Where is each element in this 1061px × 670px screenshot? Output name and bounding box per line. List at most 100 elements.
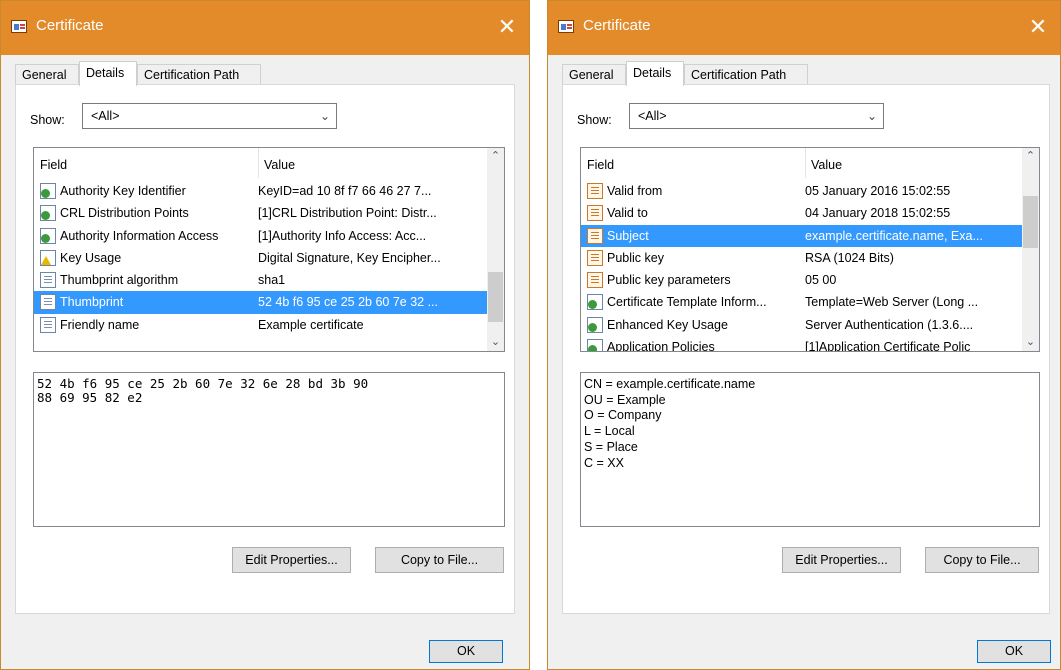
- title-bar: Certificate ✕: [1, 1, 529, 55]
- field-name: CRL Distribution Points: [60, 206, 189, 221]
- tab-details[interactable]: Details: [79, 61, 137, 86]
- field-value: [1]Application Certificate Polic: [805, 340, 971, 352]
- scroll-thumb[interactable]: [488, 272, 503, 322]
- edit-properties-button[interactable]: Edit Properties...: [232, 547, 351, 573]
- column-header-value[interactable]: Value: [258, 148, 295, 178]
- critical-extension-icon: [40, 249, 56, 266]
- fields-list[interactable]: Field Value Valid from 05 January 2016 15…: [580, 147, 1040, 352]
- list-item[interactable]: CRL Distribution Points [1]CRL Distributi…: [34, 202, 487, 224]
- show-dropdown[interactable]: <All> ⌄: [629, 103, 884, 129]
- certificate-icon: [558, 20, 574, 33]
- detail-line: O = Company: [584, 408, 662, 423]
- close-button[interactable]: ✕: [1016, 1, 1060, 55]
- ok-button[interactable]: OK: [429, 640, 503, 663]
- copy-to-file-button[interactable]: Copy to File...: [925, 547, 1039, 573]
- details-panel: Show: <All> ⌄ Field Value Authority Key …: [15, 84, 515, 614]
- field-value: 05 00: [805, 273, 837, 288]
- tab-certification-path[interactable]: Certification Path: [137, 64, 261, 85]
- field-value: Server Authentication (1.3.6....: [805, 317, 974, 332]
- tab-general[interactable]: General: [15, 64, 79, 85]
- list-item[interactable]: Valid to 04 January 2018 15:02:55: [581, 202, 1022, 224]
- extension-icon: [40, 227, 56, 244]
- vertical-scrollbar[interactable]: ⌃ ⌄: [487, 148, 504, 351]
- list-item[interactable]: Authority Information Access [1]Authority…: [34, 225, 487, 247]
- field-value: KeyID=ad 10 8f f7 66 46 27 7...: [258, 184, 432, 198]
- certificate-field-icon: [587, 227, 603, 244]
- window-title: Certificate: [583, 17, 651, 34]
- close-button[interactable]: ✕: [485, 1, 529, 55]
- certificate-field-icon: [587, 272, 603, 289]
- title-bar: Certificate ✕: [548, 1, 1060, 55]
- list-item[interactable]: Friendly name Example certificate: [34, 314, 487, 336]
- certificate-dialog-left: Certificate ✕ General Details Certificat…: [0, 0, 530, 670]
- list-item[interactable]: Certificate Template Inform... Template=W…: [581, 291, 1022, 313]
- list-item[interactable]: Thumbprint algorithm sha1: [34, 269, 487, 291]
- list-item[interactable]: Key Usage Digital Signature, Key Encipher…: [34, 247, 487, 269]
- chevron-down-icon: ⌄: [866, 109, 877, 123]
- field-name: Authority Key Identifier: [60, 184, 186, 198]
- tab-certification-path[interactable]: Certification Path: [684, 64, 808, 85]
- property-icon: [40, 316, 56, 333]
- list-item[interactable]: Authority Key Identifier KeyID=ad 10 8f f…: [34, 180, 487, 202]
- field-value: 04 January 2018 15:02:55: [805, 206, 951, 221]
- column-header-field[interactable]: Field: [34, 148, 259, 178]
- detail-line: S = Place: [584, 439, 638, 454]
- field-name: Key Usage: [60, 250, 122, 265]
- list-item[interactable]: Application Policies [1]Application Certi…: [581, 336, 1022, 352]
- certificate-icon: [11, 20, 27, 33]
- field-detail-textbox[interactable]: CN = example.certificate.name OU = Exampl…: [580, 372, 1040, 527]
- scroll-up-arrow-icon[interactable]: ⌃: [1022, 148, 1039, 165]
- detail-line: 88 69 95 82 e2: [37, 390, 143, 405]
- vertical-scrollbar[interactable]: ⌃ ⌄: [1022, 148, 1039, 351]
- tab-general[interactable]: General: [562, 64, 626, 85]
- certificate-dialog-right: Certificate ✕ General Details Certificat…: [547, 0, 1061, 670]
- field-value: 05 January 2016 15:02:55: [805, 184, 951, 198]
- list-header: Field Value: [34, 148, 487, 178]
- field-name: Enhanced Key Usage: [607, 317, 728, 332]
- list-item[interactable]: Valid from 05 January 2016 15:02:55: [581, 180, 1022, 202]
- detail-line: OU = Example: [584, 392, 666, 407]
- field-name: Authority Information Access: [60, 228, 219, 243]
- field-detail-textbox[interactable]: 52 4b f6 95 ce 25 2b 60 7e 32 6e 28 bd 3…: [33, 372, 505, 527]
- field-name: Thumbprint algorithm: [60, 273, 179, 288]
- field-value: [1]CRL Distribution Point: Distr...: [258, 206, 437, 221]
- detail-line: 52 4b f6 95 ce 25 2b 60 7e 32 6e 28 bd 3…: [37, 376, 369, 391]
- fields-list[interactable]: Field Value Authority Key Identifier KeyI…: [33, 147, 505, 352]
- field-value: [1]Authority Info Access: Acc...: [258, 228, 427, 243]
- extension-icon: [40, 183, 56, 199]
- tab-details[interactable]: Details: [626, 61, 684, 86]
- show-label: Show:: [577, 113, 612, 127]
- list-item[interactable]: Enhanced Key Usage Server Authentication …: [581, 314, 1022, 336]
- field-value: Example certificate: [258, 317, 364, 332]
- list-rows: Valid from 05 January 2016 15:02:55 Valid …: [581, 180, 1022, 352]
- field-name: Friendly name: [60, 317, 140, 332]
- scroll-down-arrow-icon[interactable]: ⌄: [487, 334, 504, 351]
- field-name: Valid from: [607, 184, 663, 198]
- property-icon: [40, 294, 56, 311]
- edit-properties-button[interactable]: Edit Properties...: [782, 547, 901, 573]
- ok-button[interactable]: OK: [977, 640, 1051, 663]
- list-rows: Authority Key Identifier KeyID=ad 10 8f f…: [34, 180, 487, 336]
- column-header-field[interactable]: Field: [581, 148, 806, 178]
- detail-line: L = Local: [584, 424, 635, 439]
- certificate-field-icon: [587, 205, 603, 222]
- show-dropdown[interactable]: <All> ⌄: [82, 103, 337, 129]
- list-item[interactable]: Thumbprint 52 4b f6 95 ce 25 2b 60 7e 32 …: [34, 291, 487, 314]
- extension-icon: [587, 294, 603, 311]
- scroll-down-arrow-icon[interactable]: ⌄: [1022, 334, 1039, 351]
- scroll-up-arrow-icon[interactable]: ⌃: [487, 148, 504, 165]
- list-item[interactable]: Public key parameters 05 00: [581, 269, 1022, 291]
- extension-icon: [587, 316, 603, 333]
- show-dropdown-value: <All>: [91, 109, 120, 123]
- field-value: sha1: [258, 273, 286, 288]
- field-value: Digital Signature, Key Encipher...: [258, 250, 441, 265]
- field-value: Template=Web Server (Long ...: [805, 295, 979, 310]
- copy-to-file-button[interactable]: Copy to File...: [375, 547, 504, 573]
- detail-line: C = XX: [584, 455, 624, 470]
- scroll-thumb[interactable]: [1023, 196, 1038, 248]
- field-value: example.certificate.name, Exa...: [805, 228, 983, 243]
- column-header-value[interactable]: Value: [805, 148, 842, 178]
- list-item[interactable]: Public key RSA (1024 Bits): [581, 247, 1022, 269]
- details-panel: Show: <All> ⌄ Field Value Valid from 05 J…: [562, 84, 1050, 614]
- list-item[interactable]: Subject example.certificate.name, Exa...: [581, 224, 1022, 247]
